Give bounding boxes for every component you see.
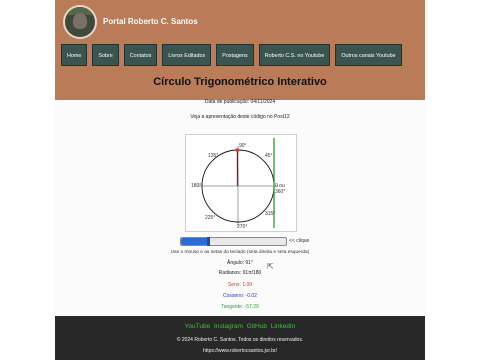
click-hint: << clique [289,238,310,244]
footer-link-youtube[interactable]: YouTube [185,323,211,330]
footer-url[interactable]: https://www.robertocsantos.jor.br/ [55,348,425,354]
label-315: 315° [265,211,276,217]
slider-thumb[interactable] [206,237,210,246]
cosine-value: Cosseno: -0.02 [223,293,257,299]
label-270: 270° [237,224,248,230]
radians-value: Radianos: 91π/180 [218,270,262,276]
label-225: 225° [205,215,216,221]
sine-value: Seno: 1.00 [227,282,253,288]
tangent-value: Tangente: -57.29 [221,304,259,310]
avatar[interactable] [63,5,97,39]
label-135: 135° [208,153,219,159]
keyboard-hint: Use o mouse e as setas do teclado (seta … [170,250,310,255]
page-frame: Portal Roberto C. Santos Home Sobre Cont… [55,0,425,360]
site-title[interactable]: Portal Roberto C. Santos [103,17,198,26]
label-90: 90° [239,143,247,149]
angle-slider[interactable] [180,237,287,246]
nav-roberto-youtube[interactable]: Roberto C.S. no Youtube [258,44,331,66]
footer-link-github[interactable]: GitHub [247,323,267,330]
label-0-360: 0 ou 360° [275,183,286,195]
page-title: Círculo Trigonométrico Interativo [153,76,327,88]
nav-home[interactable]: Home [61,44,88,66]
footer-links: YouTube Instagram GitHub LinkedIn [55,323,425,330]
angle-value: Ângulo: 91° [227,260,253,266]
footer-link-instagram[interactable]: Instagram [214,323,243,330]
nav-livros-editados[interactable]: Livros Editados [162,44,212,66]
nav-bar: Home Sobre Contatos Livros Editados Post… [61,44,402,68]
label-45: 45° [265,153,273,159]
footer-link-linkedin[interactable]: LinkedIn [271,323,296,330]
footer-copyright: © 2024 Roberto C. Santos. Todos os direi… [176,337,304,343]
publication-date: Data de publicação: 04/11/2024 [204,99,276,105]
nav-sobre[interactable]: Sobre [92,44,119,66]
site-footer: YouTube Instagram GitHub LinkedIn © 2024… [55,316,425,360]
mouse-cursor-icon: ⇱ [267,262,274,271]
nav-contatos[interactable]: Contatos [123,44,158,66]
nav-postagens[interactable]: Postagens [216,44,254,66]
trig-circle-canvas[interactable]: 90° 45° 135° 180° 0 ou 360° 225° 315° 27… [185,134,297,232]
label-180: 180° [191,183,202,189]
nav-outros-canais[interactable]: Outros canais Youtube [335,44,402,66]
avatar-face [73,13,87,29]
slider-fill [181,238,208,245]
presentation-note[interactable]: Veja a apresentação deste código no Post… [55,114,425,120]
